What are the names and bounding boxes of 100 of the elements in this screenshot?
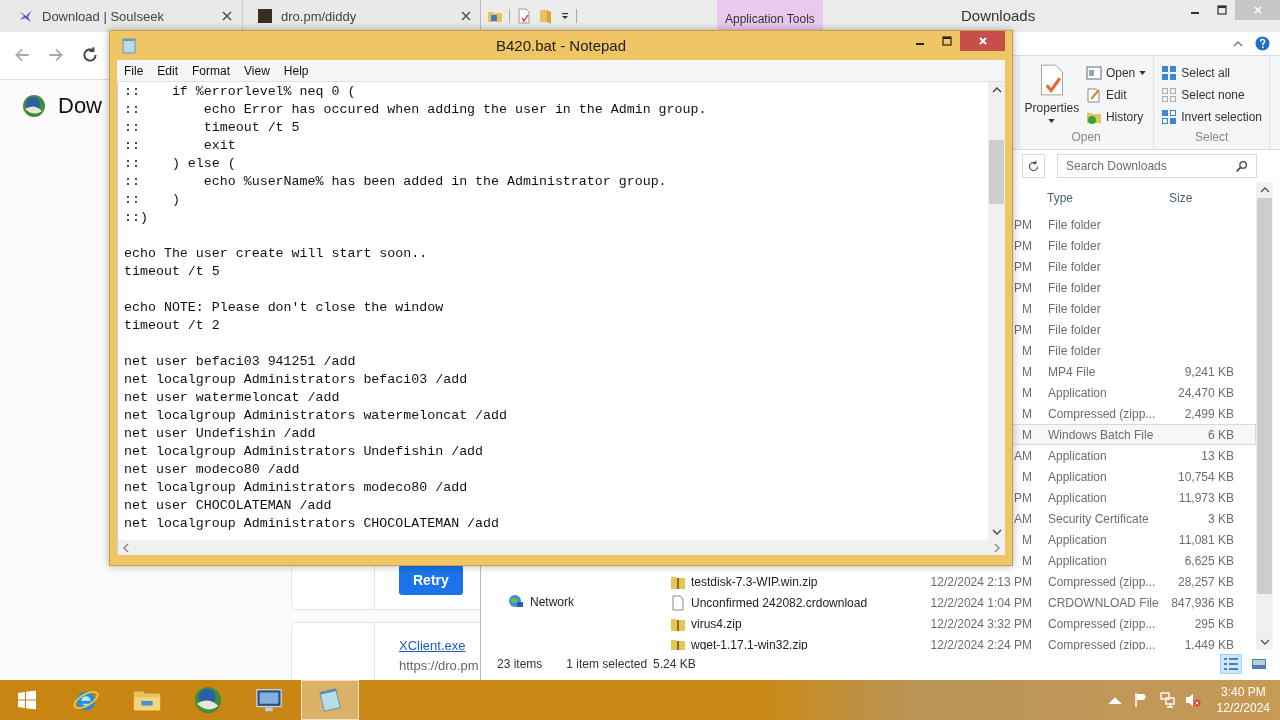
folder-icon[interactable] (538, 8, 554, 24)
table-cell-text: Windows Batch File (1047, 427, 1155, 442)
table-cell: 2,499 KB (1184, 406, 1234, 421)
maximize-icon (1216, 5, 1227, 15)
file-row[interactable]: PM Application 11,973 KB (1012, 487, 1256, 508)
file-row[interactable]: M MP4 File 9,241 KB (1012, 361, 1256, 382)
file-row[interactable]: AM Security Certificate 3 KB (1012, 508, 1256, 529)
details-view-button[interactable] (1220, 654, 1242, 674)
group-label: Select (1194, 130, 1229, 146)
ribbon-button[interactable]: Select none (1158, 85, 1265, 105)
menu-item[interactable]: View (237, 63, 277, 78)
page-icon[interactable] (516, 8, 532, 24)
file-row[interactable]: PM File folder (1012, 319, 1256, 340)
retry-button[interactable]: Retry (399, 565, 463, 595)
status-text: 23 items (497, 657, 543, 671)
close-icon[interactable] (461, 11, 471, 21)
file-row[interactable]: M Application 6,625 KB (1012, 550, 1256, 571)
ribbon-button[interactable]: Select all (1158, 63, 1265, 83)
menu-item[interactable]: Help (276, 63, 316, 78)
search-field[interactable]: Search Downloads (1057, 154, 1257, 178)
table-cell-text: M (1021, 364, 1032, 379)
table-cell-text: M (1021, 343, 1032, 358)
scrollbar[interactable] (1256, 182, 1273, 650)
scrollbar[interactable] (117, 540, 1005, 555)
file-row[interactable]: M Application 11,081 KB (1012, 529, 1256, 550)
nav-item[interactable]: Network (481, 592, 666, 612)
window-icon (1085, 65, 1102, 81)
scrollbar[interactable] (988, 82, 1005, 540)
table-cell-text: 12/2/2024 3:32 PM (929, 616, 1032, 631)
close-icon[interactable] (222, 11, 232, 21)
file-row[interactable]: M Application 24,470 KB (1012, 382, 1256, 403)
scroll-thumb[interactable] (989, 140, 1004, 204)
close-button[interactable] (960, 31, 1005, 51)
refresh-button[interactable] (1022, 154, 1045, 178)
caret-icon (1048, 119, 1056, 123)
network-icon (508, 594, 524, 610)
scroll-up-icon (1259, 187, 1270, 193)
file-row[interactable]: Unconfirmed 242082.crdownload 12/2/2024 1:04 PM CRDOWNLOAD File 847,936 KB (666, 592, 1256, 613)
file-row[interactable]: PM File folder (1012, 214, 1256, 235)
scroll-thumb[interactable] (1257, 198, 1272, 594)
dropdown-icon[interactable] (560, 11, 570, 21)
file-row[interactable]: M File folder (1012, 298, 1256, 319)
status-text: 5.24 KB (653, 657, 696, 671)
table-cell-text: File folder (1047, 301, 1102, 316)
file-row[interactable]: M File folder (1012, 340, 1256, 361)
column-header[interactable]: Type (1047, 190, 1073, 205)
table-cell: testdisk-7.3-WIP.win.zip (691, 574, 818, 589)
close-icon (1252, 5, 1263, 15)
file-row[interactable]: PM File folder (1012, 235, 1256, 256)
file-row[interactable]: PM File folder (1012, 256, 1256, 277)
taskbar-button[interactable] (301, 680, 359, 720)
checker-grid-icon (1161, 109, 1178, 125)
table-cell-text: 12/2/2024 1:04 PM (929, 595, 1032, 610)
table-cell-text: CRDOWNLOAD File (1047, 595, 1160, 610)
code-line: :: echo Error has occured when adding the user in the Admin group. (124, 101, 708, 119)
network-icon[interactable] (1158, 692, 1175, 708)
scroll-up-icon (991, 87, 1002, 93)
table-cell-text: M (1021, 385, 1032, 400)
file-row[interactable]: M Windows Batch File 6 KB (1012, 424, 1256, 445)
file-row[interactable]: AM Application 13 KB (1012, 445, 1256, 466)
edit-icon (1085, 87, 1102, 103)
file-row[interactable]: M Application 10,754 KB (1012, 466, 1256, 487)
help-icon[interactable] (1255, 36, 1270, 51)
flag-icon[interactable] (1132, 692, 1149, 708)
menu-item[interactable]: File (117, 63, 151, 78)
windows-logo-icon (17, 690, 37, 710)
file-row[interactable]: PM File folder (1012, 277, 1256, 298)
download-url: https://dro.pm (399, 658, 479, 673)
table-cell: virus4.zip (691, 616, 742, 631)
ribbon-context-tab[interactable]: Application Tools (717, 0, 823, 32)
speaker-muted-icon[interactable] (1184, 692, 1201, 708)
file-row[interactable]: virus4.zip 12/2/2024 3:32 PM Compressed (zipp... 295 KB (666, 613, 1256, 634)
download-link[interactable]: XClient.exe (399, 638, 466, 653)
menu-item[interactable]: Format (185, 63, 238, 78)
minimize-icon (1190, 12, 1199, 14)
file-row[interactable]: testdisk-7.3-WIP.win.zip 12/2/2024 2:13 PM Compressed (zipp... 28,257 KB (666, 571, 1256, 592)
code-line: net user Undefishin /add (124, 425, 317, 443)
code-line: :: if %errorlevel% neq 0 ( (124, 83, 357, 101)
table-cell-text: M (1021, 406, 1032, 421)
ribbon-button[interactable]: Invert selection (1158, 107, 1265, 127)
table-cell: 847,936 KB (1171, 595, 1234, 610)
favicon-icon (257, 8, 273, 24)
ribbon-button[interactable]: Open (1082, 63, 1150, 83)
table-cell: 6 KB (1208, 427, 1234, 442)
table-cell-text: 12/2/2024 2:13 PM (929, 574, 1032, 589)
column-header[interactable]: Size (1169, 190, 1193, 205)
file-row[interactable]: M Compressed (zipp... 2,499 KB (1012, 403, 1256, 424)
scroll-down-icon (991, 529, 1002, 535)
table-cell-text: File folder (1047, 322, 1102, 337)
properties-button[interactable]: Properties (1022, 60, 1081, 130)
globe-icon (193, 685, 223, 715)
table-cell-text: Security Certificate (1047, 511, 1150, 526)
ribbon-button[interactable]: Edit (1082, 85, 1150, 105)
ribbon-button[interactable]: History (1082, 107, 1150, 127)
table-cell: 13 KB (1201, 448, 1234, 463)
scroll-down-icon (1259, 639, 1270, 645)
table-cell: PM (1013, 238, 1032, 253)
menu-item[interactable]: Edit (150, 63, 186, 78)
table-cell-text: MP4 File (1047, 364, 1097, 379)
table-cell: AM (1013, 511, 1032, 526)
